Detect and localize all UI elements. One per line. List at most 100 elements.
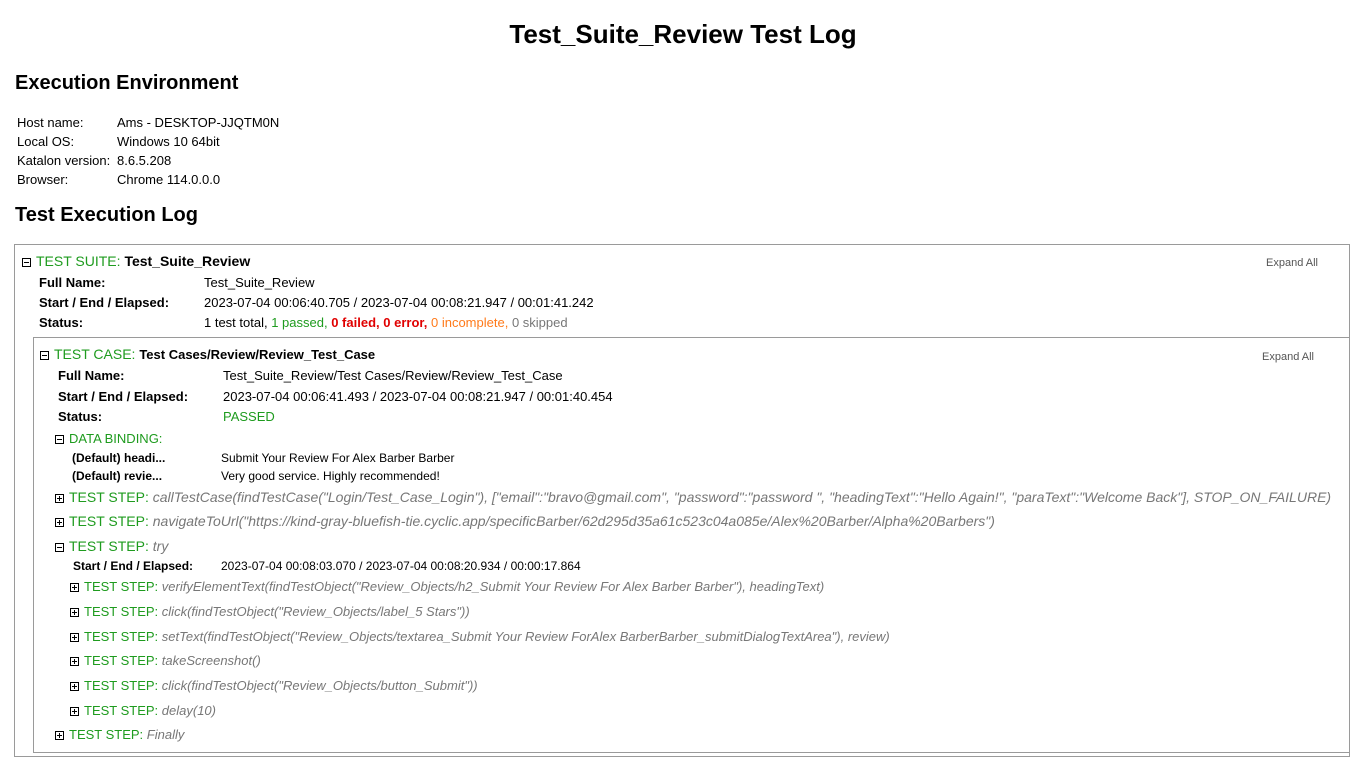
- test-substep: TEST STEP: delay(10): [70, 701, 216, 721]
- expand-icon[interactable]: [70, 583, 79, 593]
- data-binding-key: (Default) revie...: [72, 469, 163, 483]
- step-text: setText(findTestObject("Review_Objects/t…: [161, 629, 890, 644]
- test-case-panel: TEST CASE: Test Cases/Review/Review_Test…: [33, 337, 1350, 753]
- try-times: Start / End / Elapsed: 2023-07-04 00:08:0…: [73, 556, 581, 576]
- step-text: verifyElementText(findTestObject("Review…: [161, 579, 825, 594]
- data-binding-row: (Default) headi... Submit Your Review For…: [72, 449, 454, 467]
- test-substep: TEST STEP: takeScreenshot(): [70, 651, 261, 671]
- environment-heading: Execution Environment: [15, 72, 239, 94]
- status-incomplete: 0 incomplete,: [430, 315, 509, 330]
- expand-icon[interactable]: [70, 657, 79, 667]
- case-full-name-value: Test_Suite_Review/Test Cases/Review/Revi…: [223, 368, 563, 383]
- step-prefix: TEST STEP:: [84, 678, 159, 693]
- env-label: Browser:: [17, 172, 69, 187]
- test-case-header: TEST CASE: Test Cases/Review/Review_Test…: [40, 344, 375, 364]
- test-substep: TEST STEP: click(findTestObject("Review_…: [70, 676, 478, 696]
- suite-status: Status: 1 test total, 1 passed, 0 failed,…: [39, 313, 568, 333]
- status-passed: 1 passed,: [271, 315, 328, 330]
- suite-expand-all-link[interactable]: Expand All: [1266, 257, 1318, 269]
- case-prefix: TEST CASE:: [54, 346, 136, 362]
- collapse-icon[interactable]: [55, 542, 64, 552]
- expand-icon[interactable]: [70, 707, 79, 717]
- case-full-name-label: Full Name:: [58, 368, 125, 383]
- step-prefix: TEST STEP:: [69, 513, 149, 529]
- env-row-os: Local OS: Windows 10 64bit: [17, 132, 279, 151]
- suite-name: Test_Suite_Review: [124, 253, 251, 269]
- case-full-name: Full Name: Test_Suite_Review/Test Cases/R…: [58, 366, 563, 386]
- status-skipped: 0 skipped: [511, 315, 568, 330]
- status-error: 0 error,: [383, 315, 428, 330]
- suite-full-name: Full Name: Test_Suite_Review: [39, 273, 315, 293]
- try-times-label: Start / End / Elapsed:: [73, 559, 194, 573]
- expand-icon[interactable]: [55, 517, 64, 527]
- status-failed: 0 failed,: [331, 315, 380, 330]
- suite-times: Start / End / Elapsed: 2023-07-04 00:06:4…: [39, 293, 594, 313]
- step-prefix: TEST STEP:: [84, 629, 159, 644]
- step-text: navigateToUrl("https://kind-gray-bluefis…: [152, 513, 995, 529]
- test-substep: TEST STEP: verifyElementText(findTestObj…: [70, 577, 824, 597]
- step-text: Finally: [146, 727, 185, 742]
- collapse-icon[interactable]: [40, 350, 49, 360]
- suite-full-name-value: Test_Suite_Review: [204, 275, 315, 290]
- step-text: click(findTestObject("Review_Objects/lab…: [161, 604, 470, 619]
- test-step-finally: TEST STEP: Finally: [55, 725, 184, 745]
- step-text: callTestCase(findTestCase("Login/Test_Ca…: [152, 489, 1332, 505]
- env-label: Local OS:: [17, 134, 75, 149]
- step-text: takeScreenshot(): [161, 653, 261, 668]
- test-suite-header: TEST SUITE: Test_Suite_Review: [22, 251, 250, 271]
- case-status-label: Status:: [58, 409, 103, 424]
- collapse-icon[interactable]: [55, 435, 64, 445]
- step-prefix: TEST STEP:: [69, 538, 149, 554]
- suite-prefix: TEST SUITE:: [36, 253, 121, 269]
- test-step-navigate: TEST STEP: navigateToUrl("https://kind-g…: [55, 511, 995, 531]
- data-binding-value: Very good service. Highly recommended!: [221, 469, 440, 483]
- step-prefix: TEST STEP:: [69, 489, 149, 505]
- case-status-value: PASSED: [223, 409, 275, 424]
- case-name: Test Cases/Review/Review_Test_Case: [139, 347, 376, 362]
- step-text: try: [152, 538, 169, 554]
- status-total: 1 test total,: [204, 315, 268, 330]
- data-binding-value: Submit Your Review For Alex Barber Barbe…: [221, 451, 455, 465]
- collapse-icon[interactable]: [22, 257, 31, 267]
- step-prefix: TEST STEP:: [84, 579, 159, 594]
- case-expand-all-link[interactable]: Expand All: [1262, 351, 1314, 363]
- step-prefix: TEST STEP:: [69, 727, 144, 742]
- data-binding-node: DATA BINDING:: [55, 429, 162, 449]
- data-binding-key: (Default) headi...: [72, 451, 166, 465]
- case-times-value: 2023-07-04 00:06:41.493 / 2023-07-04 00:…: [223, 389, 613, 404]
- data-binding-label: DATA BINDING:: [69, 431, 163, 446]
- env-row-katalon: Katalon version: 8.6.5.208: [17, 151, 279, 170]
- env-value: 8.6.5.208: [117, 153, 172, 168]
- suite-times-value: 2023-07-04 00:06:40.705 / 2023-07-04 00:…: [204, 295, 594, 310]
- test-substep: TEST STEP: setText(findTestObject("Revie…: [70, 627, 890, 647]
- expand-icon[interactable]: [70, 682, 79, 692]
- try-times-value: 2023-07-04 00:08:03.070 / 2023-07-04 00:…: [221, 559, 581, 573]
- step-prefix: TEST STEP:: [84, 653, 159, 668]
- env-label: Katalon version:: [17, 153, 111, 168]
- case-status: Status: PASSED: [58, 407, 275, 427]
- step-prefix: TEST STEP:: [84, 703, 159, 718]
- log-heading: Test Execution Log: [15, 204, 198, 226]
- test-suite-panel: TEST SUITE: Test_Suite_Review Expand All…: [14, 244, 1350, 757]
- environment-table: Host name: Ams - DESKTOP-JJQTM0N Local OS…: [17, 113, 279, 189]
- env-value: Chrome 114.0.0.0: [117, 172, 221, 187]
- expand-icon[interactable]: [70, 608, 79, 618]
- env-value: Windows 10 64bit: [117, 134, 220, 149]
- expand-icon[interactable]: [70, 633, 79, 643]
- test-step-try: TEST STEP: try: [55, 536, 168, 556]
- env-value: Ams - DESKTOP-JJQTM0N: [117, 115, 280, 130]
- test-step-call-test-case: TEST STEP: callTestCase(findTestCase("Lo…: [55, 487, 1331, 507]
- data-binding-row: (Default) revie... Very good service. Hig…: [72, 467, 440, 485]
- step-prefix: TEST STEP:: [84, 604, 159, 619]
- env-label: Host name:: [17, 115, 84, 130]
- page-title: Test_Suite_Review Test Log: [509, 19, 857, 49]
- expand-icon[interactable]: [55, 493, 64, 503]
- case-times-label: Start / End / Elapsed:: [58, 389, 189, 404]
- suite-status-label: Status:: [39, 315, 84, 330]
- expand-icon[interactable]: [55, 731, 64, 741]
- test-substep: TEST STEP: click(findTestObject("Review_…: [70, 602, 470, 622]
- case-times: Start / End / Elapsed: 2023-07-04 00:06:4…: [58, 387, 613, 407]
- step-text: delay(10): [161, 703, 216, 718]
- suite-times-label: Start / End / Elapsed:: [39, 295, 170, 310]
- env-row-host: Host name: Ams - DESKTOP-JJQTM0N: [17, 113, 279, 132]
